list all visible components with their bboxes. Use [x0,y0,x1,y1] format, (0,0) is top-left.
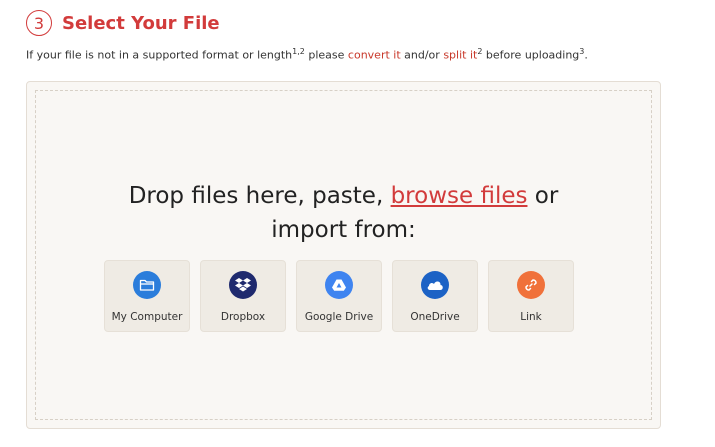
source-link-button[interactable]: Link [488,260,574,332]
split-link[interactable]: split it [443,49,477,62]
format-help-text: If your file is not in a supported forma… [26,47,588,62]
section-header: 3 Select Your File [26,10,220,36]
source-my-computer-button[interactable]: My Computer [104,260,190,332]
drop-zone-dashed-border: Drop files here, paste, browse files or … [35,90,652,420]
dropbox-icon [229,271,257,299]
step-number-badge: 3 [26,10,52,36]
drop-text-suffix: or [527,183,559,209]
help-text-part: before uploading [482,48,580,62]
source-label: Google Drive [304,311,374,323]
source-onedrive-button[interactable]: OneDrive [392,260,478,332]
footnote-ref: 1,2 [292,47,305,56]
drop-instructions: Drop files here, paste, browse files or … [36,179,651,247]
convert-link[interactable]: convert it [348,49,401,62]
source-label: Dropbox [220,311,266,323]
source-dropbox-button[interactable]: Dropbox [200,260,286,332]
onedrive-icon [421,271,449,299]
source-label: OneDrive [410,311,460,323]
source-label: My Computer [111,311,183,323]
file-drop-zone[interactable]: Drop files here, paste, browse files or … [26,81,661,429]
browse-files-link[interactable]: browse files [391,183,528,209]
drop-text-prefix: Drop files here, paste, [128,183,391,209]
import-sources: My Computer Dropbox Google Drive OneDriv… [104,260,574,332]
help-text-part: If your file is not in a supported forma… [26,48,293,62]
link-icon [517,271,545,299]
source-google-drive-button[interactable]: Google Drive [296,260,382,332]
section-title: Select Your File [62,12,220,34]
help-text-part: please [304,48,348,62]
help-text-part: and/or [400,48,444,62]
help-text-part: . [584,48,588,62]
import-from-text: import from: [271,217,416,243]
google-drive-icon [325,271,353,299]
source-label: Link [520,311,542,323]
folder-icon [133,271,161,299]
